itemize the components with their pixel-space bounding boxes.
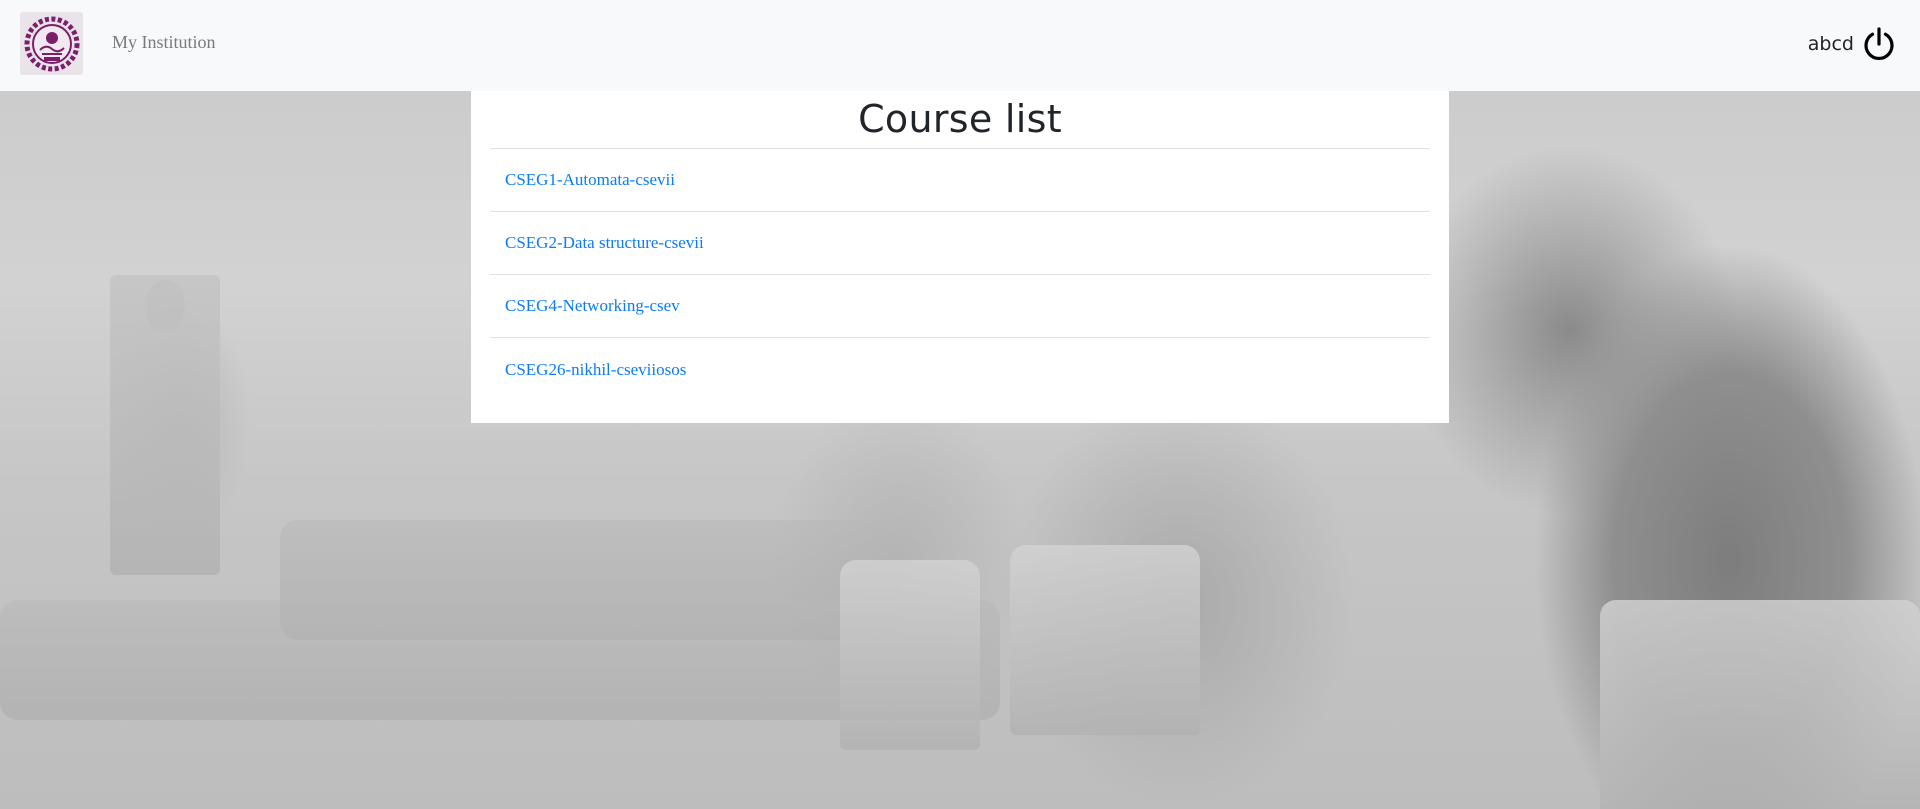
institution-logo[interactable] xyxy=(20,12,83,75)
background-seat xyxy=(1600,600,1920,809)
course-link[interactable]: CSEG1-Automata-csevii xyxy=(505,170,675,190)
background-seat xyxy=(1010,545,1200,735)
user-menu: abcd xyxy=(1808,24,1898,64)
course-list: CSEG1-Automata-csevii CSEG2-Data structu… xyxy=(490,149,1430,401)
course-list-panel: Course list CSEG1-Automata-csevii CSEG2-… xyxy=(471,91,1449,423)
power-icon[interactable] xyxy=(1860,25,1898,63)
course-list-item: CSEG1-Automata-csevii xyxy=(490,149,1430,212)
institution-seal-logo-icon xyxy=(24,16,79,71)
course-link[interactable]: CSEG2-Data structure-csevii xyxy=(505,233,704,253)
background-seat xyxy=(840,560,980,750)
course-link[interactable]: CSEG4-Networking-csev xyxy=(505,296,680,316)
top-navbar: My Institution abcd xyxy=(0,0,1920,91)
course-list-item: CSEG26-nikhil-cseviiosos xyxy=(490,338,1430,401)
course-link[interactable]: CSEG26-nikhil-cseviiosos xyxy=(505,360,686,380)
brand-name[interactable]: My Institution xyxy=(112,32,216,53)
course-list-item: CSEG2-Data structure-csevii xyxy=(490,212,1430,275)
username-label: abcd xyxy=(1807,33,1854,55)
background-podium xyxy=(110,275,220,575)
course-list-item: CSEG4-Networking-csev xyxy=(490,275,1430,338)
page-title: Course list xyxy=(490,91,1430,149)
